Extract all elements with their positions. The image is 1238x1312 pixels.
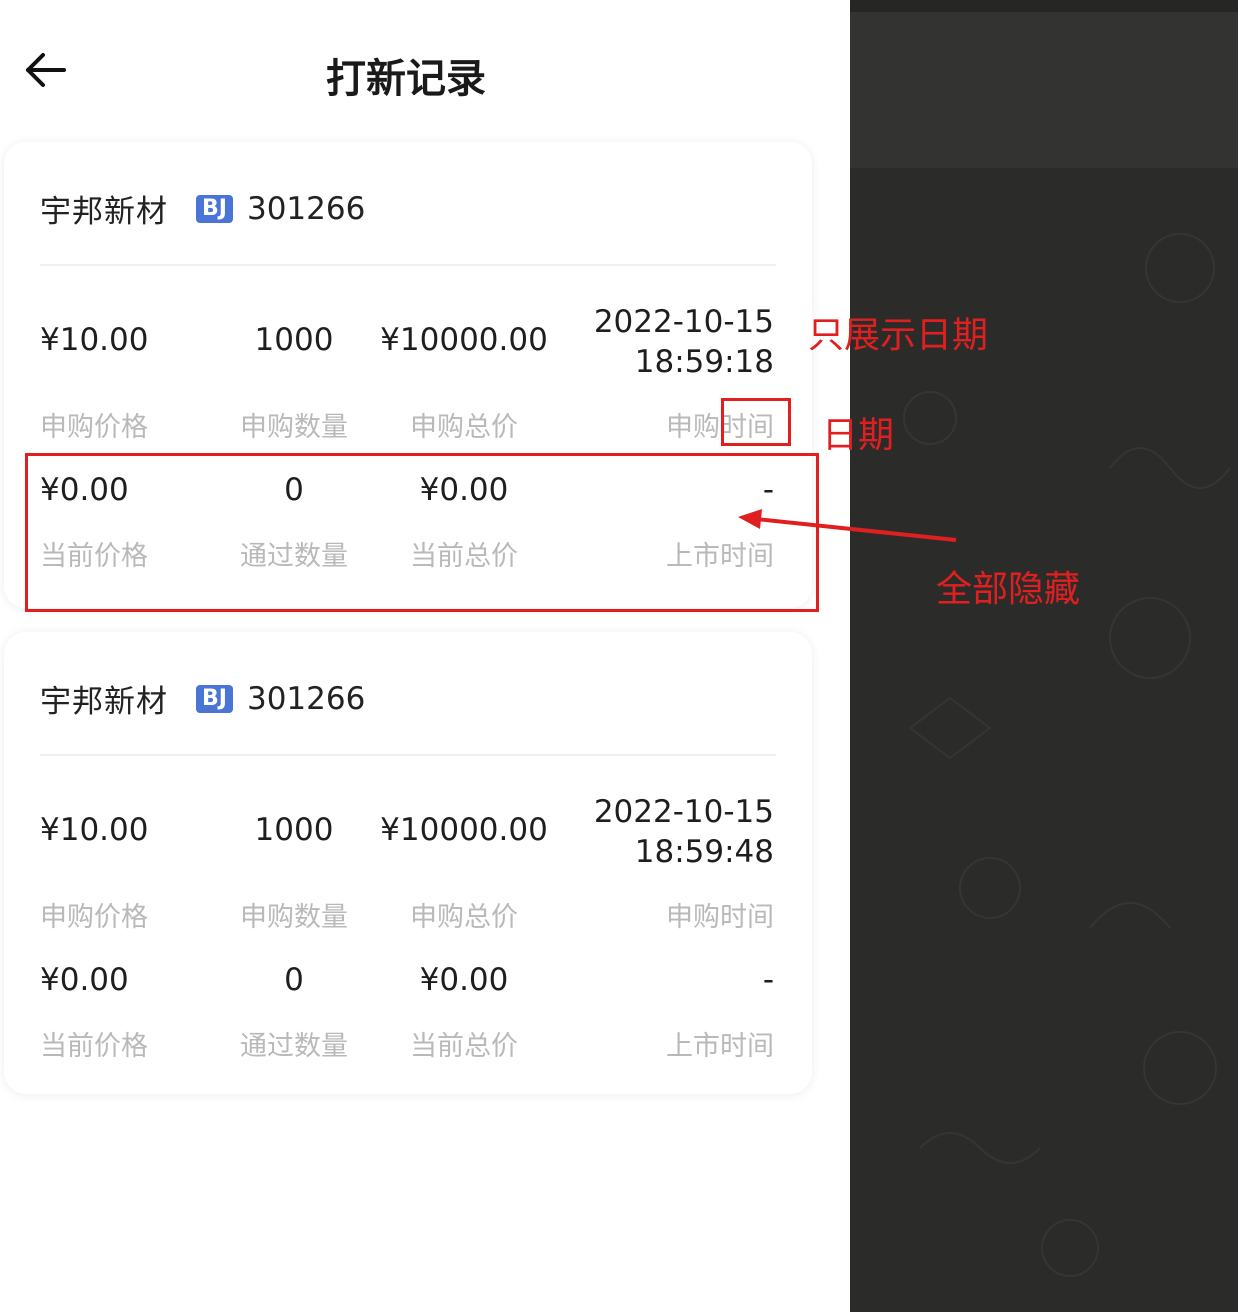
- dark-panel-top-strip: [850, 0, 1238, 12]
- subscribe-time-value: 2022-10-15 18:59:18: [594, 302, 774, 382]
- market-badge: BJ: [196, 194, 233, 223]
- listing-time-value: -: [762, 962, 774, 998]
- dark-panel-header: [850, 12, 1238, 168]
- stock-header: 宇邦新材 BJ 301266: [40, 676, 365, 721]
- current-price-value: ¥0.00: [40, 962, 129, 998]
- current-total-label: 当前总价: [410, 1031, 518, 1062]
- current-price-label: 当前价格: [40, 1031, 148, 1062]
- annotation-hide-all: 全部隐藏: [936, 569, 1081, 610]
- subscribe-total-value: ¥10000.00: [380, 812, 548, 848]
- subscribe-price-label: 申购价格: [40, 412, 148, 443]
- pass-qty-value: 0: [284, 962, 304, 998]
- market-badge: BJ: [196, 684, 233, 713]
- subscribe-total-value: ¥10000.00: [380, 322, 548, 358]
- subscribe-qty-value: 1000: [254, 322, 334, 358]
- listing-time-label: 上市时间: [666, 1031, 774, 1062]
- stock-name: 宇邦新材: [40, 684, 168, 720]
- divider: [40, 754, 776, 756]
- subscribe-time-label: 申购时间: [666, 902, 774, 933]
- subscribe-price-label: 申购价格: [40, 902, 148, 933]
- phone-screen: 打新记录 宇邦新材 BJ 301266 ¥10.00 1000 ¥10000.0…: [0, 0, 850, 1312]
- subscribe-price-value: ¥10.00: [40, 322, 149, 358]
- subscribe-qty-value: 1000: [254, 812, 334, 848]
- annotation-date: 日期: [822, 415, 895, 456]
- stock-code: 301266: [246, 680, 366, 717]
- page-title: 打新记录: [326, 56, 486, 102]
- subscribe-clock: 18:59:18: [634, 344, 774, 380]
- subscribe-qty-label: 申购数量: [240, 412, 348, 443]
- stock-header: 宇邦新材 BJ 301266: [40, 186, 365, 231]
- annotation-hide-box: [25, 453, 819, 612]
- stock-code: 301266: [246, 190, 366, 227]
- divider: [40, 264, 776, 266]
- subscribe-time-value: 2022-10-15 18:59:48: [594, 792, 774, 872]
- annotation-time-box: [721, 398, 791, 446]
- subscribe-clock: 18:59:48: [634, 834, 774, 870]
- subscribe-total-label: 申购总价: [410, 412, 518, 443]
- subscribe-total-label: 申购总价: [410, 902, 518, 933]
- subscribe-date: 2022-10-15: [593, 304, 774, 340]
- stock-name: 宇邦新材: [40, 194, 168, 230]
- subscribe-date: 2022-10-15: [593, 794, 774, 830]
- record-card[interactable]: 宇邦新材 BJ 301266 ¥10.00 1000 ¥10000.00 202…: [4, 632, 812, 1094]
- current-total-value: ¥0.00: [419, 962, 509, 998]
- dark-side-panel: [850, 0, 1238, 1312]
- subscribe-price-value: ¥10.00: [40, 812, 149, 848]
- subscribe-qty-label: 申购数量: [240, 902, 348, 933]
- pass-qty-label: 通过数量: [240, 1031, 348, 1062]
- annotation-date-only: 只展示日期: [808, 315, 989, 356]
